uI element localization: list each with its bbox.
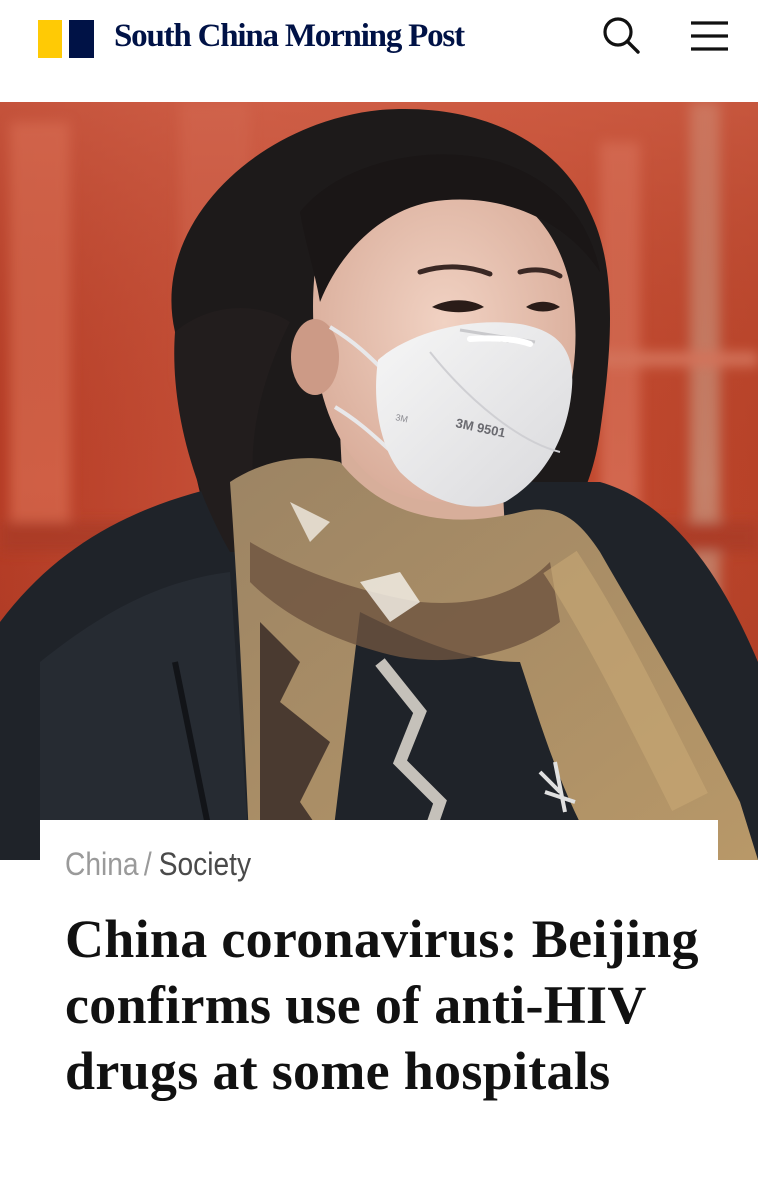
hero-image[interactable]: 3M 9501 3M — [0, 102, 758, 860]
scmp-logo-mark[interactable] — [38, 20, 94, 58]
search-icon — [603, 17, 640, 54]
hero-photo-illustration: 3M 9501 3M — [0, 102, 758, 860]
article-headline: China coronavirus: Beijing confirms use … — [65, 909, 699, 1101]
menu-button[interactable] — [686, 12, 734, 60]
breadcrumb-separator: / — [143, 846, 152, 882]
site-name-logo[interactable]: South China Morning Post — [114, 18, 465, 55]
logo-yellow-bar — [38, 20, 62, 58]
breadcrumb-section-link[interactable]: China — [65, 846, 139, 882]
search-button[interactable] — [598, 12, 646, 60]
article-header-card: China / Society China coronavirus: Beijing… — [40, 820, 718, 1200]
article-page: South China Morning Post 3M 9501 3M Chin… — [0, 0, 758, 1200]
hamburger-menu-icon — [691, 21, 728, 51]
breadcrumb: China / Society — [65, 846, 251, 883]
site-header: South China Morning Post — [0, 0, 758, 100]
logo-navy-bar — [69, 20, 94, 58]
breadcrumb-subsection-link[interactable]: Society — [159, 846, 251, 882]
